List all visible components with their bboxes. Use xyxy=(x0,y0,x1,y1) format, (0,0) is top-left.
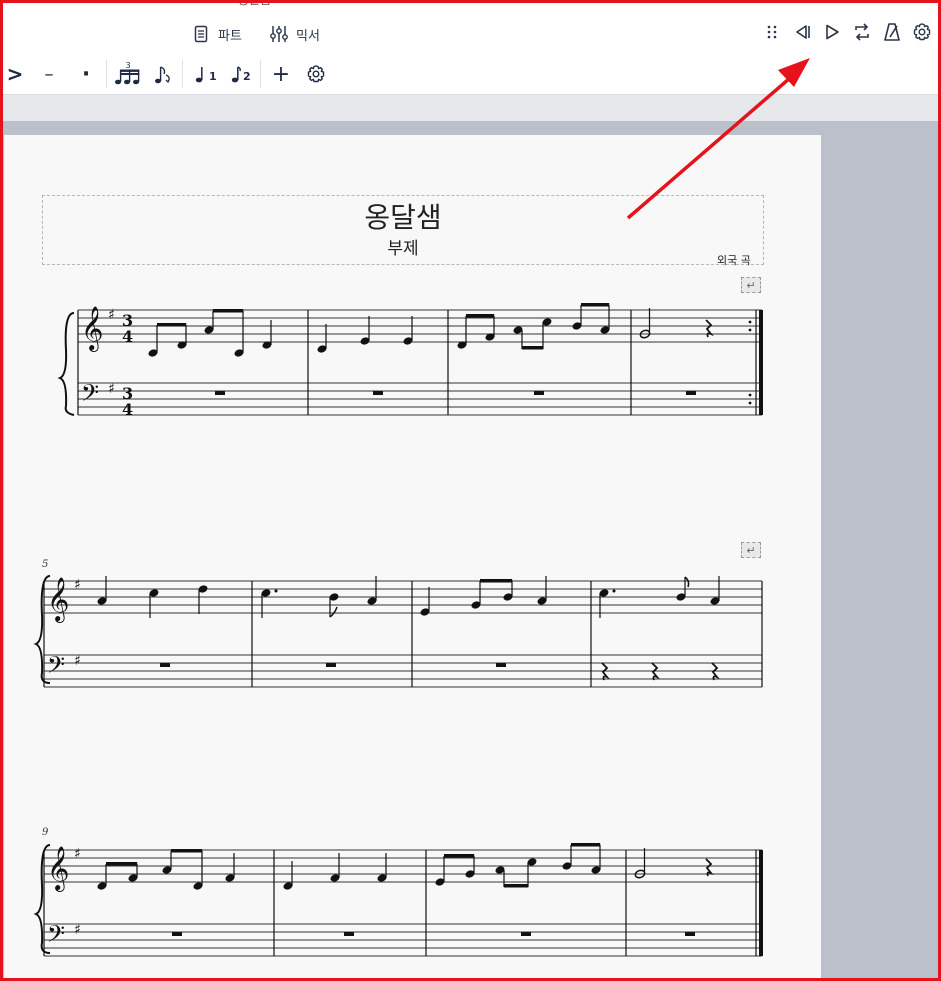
sliders-icon xyxy=(268,23,290,45)
metronome-icon[interactable] xyxy=(881,21,903,43)
measure-number: 9 xyxy=(42,827,49,838)
voice-2-icon[interactable]: 2 xyxy=(228,62,254,86)
play-icon[interactable] xyxy=(821,21,843,43)
svg-text:𝄞: 𝄞 xyxy=(81,306,103,352)
add-icon[interactable]: + xyxy=(270,62,292,87)
document-icon xyxy=(190,23,212,45)
svg-text:𝄢: 𝄢 xyxy=(81,379,99,412)
tuplet-icon[interactable]: 3 xyxy=(112,61,144,86)
score-page[interactable]: 옹달샘 부제 외국 곡 ↵ ↵ 𝄞 𝄢 ♯ ♯ 3 4 3 4 5 𝄞 𝄢 ♯ … xyxy=(4,135,821,981)
svg-text:♯: ♯ xyxy=(108,381,115,397)
time-signature-bottom: 4 xyxy=(122,327,133,346)
svg-text:♯: ♯ xyxy=(108,307,115,323)
tuplet-number: 3 xyxy=(125,61,130,70)
voice-2-number: 2 xyxy=(243,70,251,83)
voice-1-number: 1 xyxy=(209,70,217,83)
svg-text:♯: ♯ xyxy=(74,577,81,593)
ruler-strip xyxy=(0,95,941,121)
window-title-fragment: 풍을음 xyxy=(238,0,272,7)
separator xyxy=(182,60,183,88)
svg-text:♯: ♯ xyxy=(74,846,81,862)
mixer-button[interactable]: 믹서 xyxy=(268,22,320,46)
staccato-icon[interactable]: · xyxy=(75,62,97,87)
top-toolbar: 풍을음 파트 믹서 xyxy=(0,0,941,55)
customize-icon[interactable] xyxy=(305,62,327,86)
playback-controls xyxy=(761,21,933,43)
separator xyxy=(260,60,261,88)
tenuto-icon[interactable]: – xyxy=(38,62,60,86)
measure-number: 5 xyxy=(42,559,48,570)
svg-text:𝄞: 𝄞 xyxy=(47,846,69,892)
svg-text:𝄞: 𝄞 xyxy=(47,577,69,623)
rewind-icon[interactable] xyxy=(791,21,813,43)
svg-text:𝄢: 𝄢 xyxy=(47,651,65,684)
accent-icon[interactable]: > xyxy=(4,62,26,86)
settings-icon[interactable] xyxy=(911,21,933,43)
svg-text:♯: ♯ xyxy=(74,653,81,669)
time-signature-bottom: 4 xyxy=(122,400,133,419)
system-1: 𝄞 𝄢 ♯ ♯ 3 4 3 4 xyxy=(57,303,763,419)
system-2: 5 𝄞 𝄢 ♯ ♯ xyxy=(33,559,763,688)
mixer-label: 믹서 xyxy=(296,28,320,44)
loop-icon[interactable] xyxy=(851,21,873,43)
parts-label: 파트 xyxy=(218,28,242,44)
grip-icon[interactable] xyxy=(761,21,783,43)
note-input-toolbar: > – · 3 1 2 + xyxy=(0,54,941,95)
system-3: 9 𝄞 𝄢 ♯ ♯ xyxy=(33,827,763,957)
svg-text:♯: ♯ xyxy=(74,922,81,938)
parts-button[interactable]: 파트 xyxy=(190,22,242,46)
svg-text:𝄢: 𝄢 xyxy=(47,920,65,953)
voice-1-icon[interactable]: 1 xyxy=(192,62,218,86)
separator xyxy=(106,60,107,88)
score-notation: 𝄞 𝄢 ♯ ♯ 3 4 3 4 5 𝄞 𝄢 ♯ ♯ 9 𝄞 𝄢 ♯ ♯ xyxy=(33,303,763,957)
flip-icon[interactable] xyxy=(150,62,176,86)
